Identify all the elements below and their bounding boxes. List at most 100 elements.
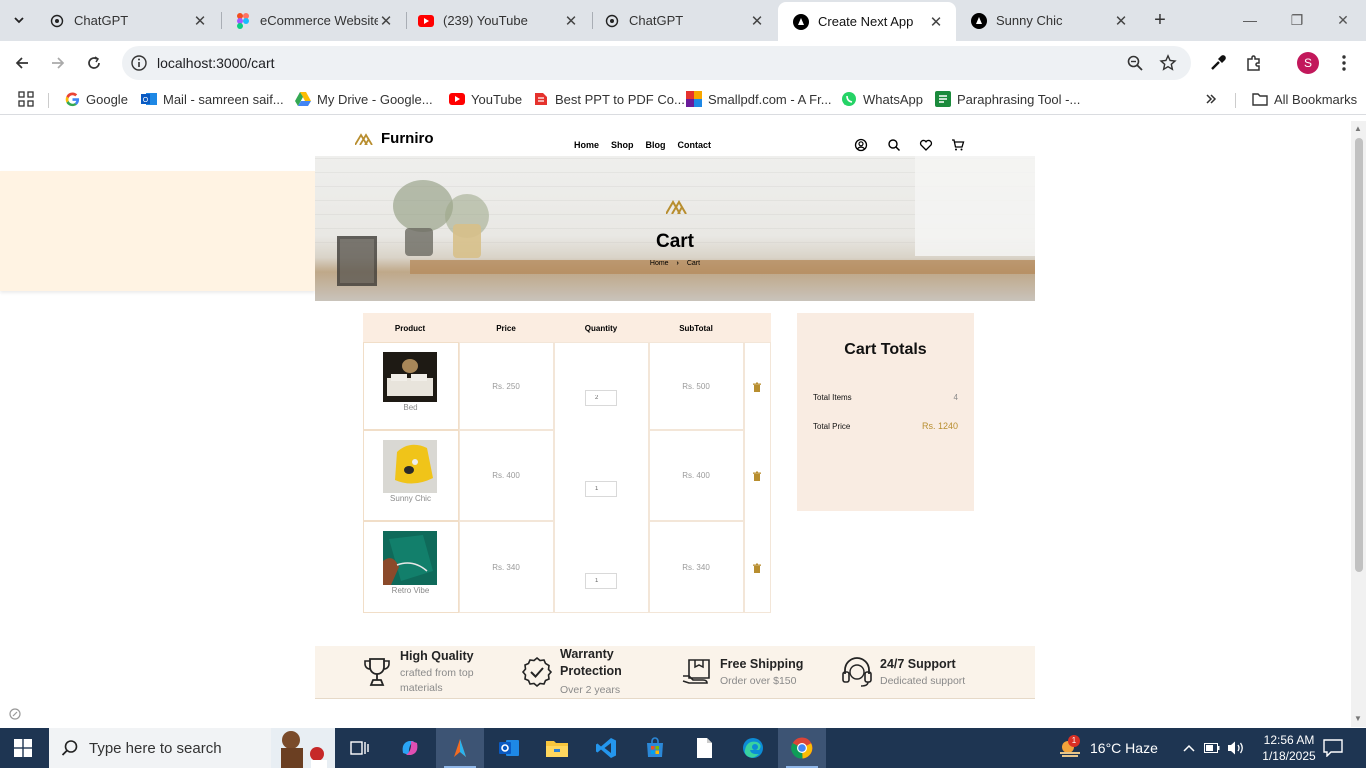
quantity-input[interactable] [585,390,617,406]
vscode-icon[interactable] [582,728,630,768]
url-input[interactable] [157,55,1057,71]
more-bookmarks-chevron-icon[interactable] [1205,93,1217,105]
scrollbar-thumb[interactable] [1355,138,1363,572]
windows-start-icon[interactable] [14,739,32,757]
bookmark-star-icon[interactable] [1159,54,1177,72]
bookmark-label: WhatsApp [863,91,923,107]
site-logo[interactable]: Furniro [355,130,434,147]
folder-icon [1252,91,1268,107]
taskbar-search-placeholder: Type here to search [89,739,222,757]
close-icon[interactable]: ✕ [192,12,208,30]
trash-icon[interactable] [752,382,762,392]
browser-menu-icon[interactable] [1333,52,1355,74]
shipping-box-icon [682,659,710,684]
trash-icon[interactable] [752,471,762,481]
eyedropper-extension-icon[interactable] [1207,52,1229,74]
bookmark-ppt-to-pdf[interactable]: Best PPT to PDF Co... [533,91,685,107]
copilot-icon[interactable] [386,728,434,768]
bookmark-label: Paraphrasing Tool -... [957,91,1081,107]
close-icon[interactable]: ✕ [563,12,579,30]
microsoft-store-icon[interactable] [631,728,679,768]
notifications-icon[interactable] [1323,728,1343,768]
file-document-icon[interactable] [680,728,728,768]
tab-chatgpt-2[interactable]: ChatGPT ✕ [589,0,777,41]
file-explorer-icon[interactable] [533,728,581,768]
account-icon[interactable] [854,138,868,152]
close-window-icon[interactable]: ✕ [1333,10,1353,30]
close-icon[interactable]: ✕ [928,13,944,31]
tab-create-next-app[interactable]: Create Next App ✕ [778,2,956,41]
page-scrollbar[interactable]: ▲ ▼ [1351,121,1366,727]
windows-taskbar: Type here to search 1 16°C Haze 12:56 AM… [0,728,1366,768]
outlook-icon[interactable] [485,728,533,768]
extensions-puzzle-icon[interactable] [1243,52,1265,74]
total-price-label: Total Price [813,422,851,431]
bookmark-smallpdf[interactable]: Smallpdf.com - A Fr... [686,91,832,107]
forward-button[interactable] [46,51,70,75]
close-icon[interactable]: ✕ [749,12,765,30]
outlook-icon: O [141,91,157,107]
product-image-retro-vibe[interactable] [383,531,437,585]
trophy-icon [364,658,390,686]
system-clock[interactable]: 12:56 AM 1/18/2025 [1258,732,1320,764]
bookmark-label: Smallpdf.com - A Fr... [708,91,832,107]
tab-search-button[interactable] [6,8,32,32]
bookmark-google[interactable]: Google [64,91,128,107]
heart-icon[interactable] [919,138,933,152]
quantity-input[interactable] [585,573,617,589]
taskbar-app-figma[interactable] [436,728,484,768]
breadcrumb-current: Cart [686,260,701,267]
all-bookmarks-button[interactable]: All Bookmarks [1252,91,1357,107]
dev-tools-gear-icon[interactable] [8,707,22,721]
back-button[interactable] [10,51,34,75]
weather-widget[interactable]: 1 16°C Haze [1058,728,1158,768]
header-price: Price [496,324,516,333]
nav-blog[interactable]: Blog [646,141,666,150]
new-tab-button[interactable]: + [1148,9,1172,33]
breadcrumb-home[interactable]: Home [650,260,669,267]
product-image-sunny-chic[interactable] [383,440,437,493]
close-icon[interactable]: ✕ [378,12,394,30]
reload-button[interactable] [82,51,106,75]
search-icon[interactable] [887,138,901,152]
profile-avatar[interactable]: S [1297,52,1319,74]
apps-grid-icon[interactable] [18,91,34,107]
restore-icon[interactable]: ❐ [1287,10,1307,30]
tab-ecommerce[interactable]: eCommerce Website ✕ [220,0,406,41]
cart-icon[interactable] [951,138,965,152]
chrome-icon[interactable] [778,728,826,768]
close-icon[interactable]: ✕ [1113,12,1129,30]
minimize-icon[interactable]: — [1240,10,1260,30]
zoom-icon[interactable] [1126,54,1144,72]
task-view-icon[interactable] [336,728,384,768]
address-bar[interactable] [122,46,1191,80]
volume-icon[interactable] [1227,728,1245,768]
product-image-bed[interactable] [383,352,437,402]
page-title: Cart [655,231,694,252]
bookmark-drive[interactable]: My Drive - Google... [295,91,433,107]
taskbar-search-box[interactable]: Type here to search [49,728,335,768]
reload-icon [88,56,100,69]
tab-youtube[interactable]: (239) YouTube ✕ [403,0,591,41]
trash-icon[interactable] [752,563,762,573]
scroll-up-arrow-icon[interactable]: ▲ [1354,124,1362,133]
tab-chatgpt-1[interactable]: ChatGPT ✕ [34,0,220,41]
total-items-label: Total Items [813,393,852,402]
bookmark-paraphrasing-tool[interactable]: Paraphrasing Tool -... [935,91,1080,107]
clock-time: 12:56 AM [1263,733,1315,747]
nav-contact[interactable]: Contact [678,141,712,150]
tab-title: Sunny Chic [996,13,1063,28]
nav-shop[interactable]: Shop [611,141,634,150]
site-info-icon[interactable] [130,54,148,72]
bookmark-mail[interactable]: O Mail - samreen saif... [141,91,284,107]
scroll-down-arrow-icon[interactable]: ▼ [1354,714,1362,723]
bookmark-youtube[interactable]: YouTube [449,91,522,107]
bookmark-whatsapp[interactable]: WhatsApp [841,91,923,107]
nav-home[interactable]: Home [574,141,599,150]
header-quantity: Quantity [584,324,618,333]
show-hidden-icons-chevron-icon[interactable] [1182,728,1196,768]
quantity-input[interactable] [585,481,617,497]
battery-icon[interactable] [1204,728,1220,768]
tab-sunny-chic[interactable]: Sunny Chic ✕ [956,0,1141,41]
edge-icon[interactable] [729,728,777,768]
